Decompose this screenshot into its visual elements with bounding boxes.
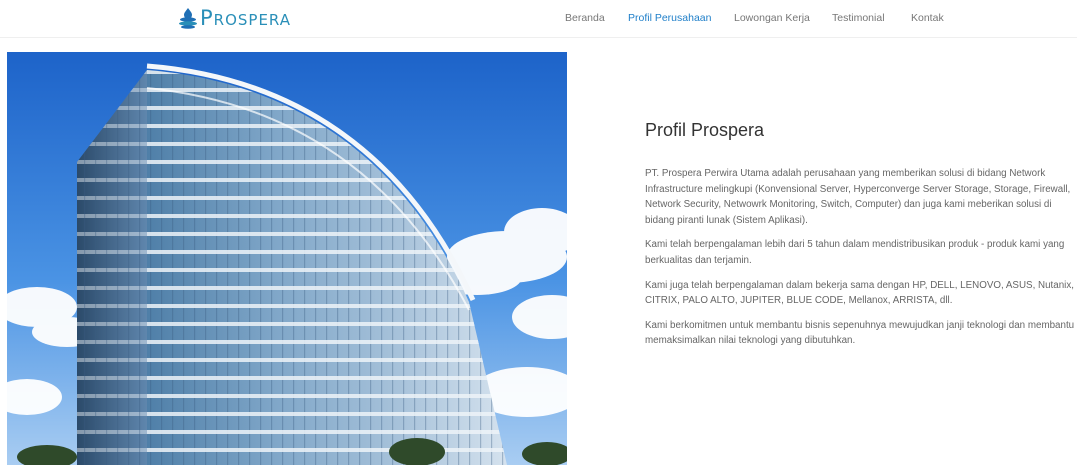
building-photo [7,52,567,465]
profile-paragraph: Kami berkomitmen untuk membantu bisnis s… [645,319,1075,347]
nav-testimonial[interactable]: Testimonial [832,12,885,24]
profile-paragraph: Kami juga telah berpengalaman dalam beke… [645,279,1074,307]
profile-paragraph: PT. Prospera Perwira Utama adalah perusa… [645,168,1071,226]
brand-name: Prospera [200,6,292,30]
company-profile-section: Profil Prospera PT. Prospera Perwira Uta… [645,120,1077,358]
office-building-illustration [7,52,567,465]
brand-logo[interactable]: Prospera [178,7,291,29]
top-navbar: Prospera Beranda Profil Perusahaan Lowon… [0,0,1077,38]
profile-title: Profil Prospera [645,120,765,140]
water-drop-stack-icon [179,8,197,29]
nav-profil-perusahaan[interactable]: Profil Perusahaan [628,12,711,24]
nav-lowongan-kerja[interactable]: Lowongan Kerja [734,12,810,24]
profile-paragraph: Kami telah berpengalaman lebih dari 5 ta… [645,239,1065,266]
nav-kontak[interactable]: Kontak [911,12,944,24]
nav-beranda[interactable]: Beranda [565,12,605,24]
